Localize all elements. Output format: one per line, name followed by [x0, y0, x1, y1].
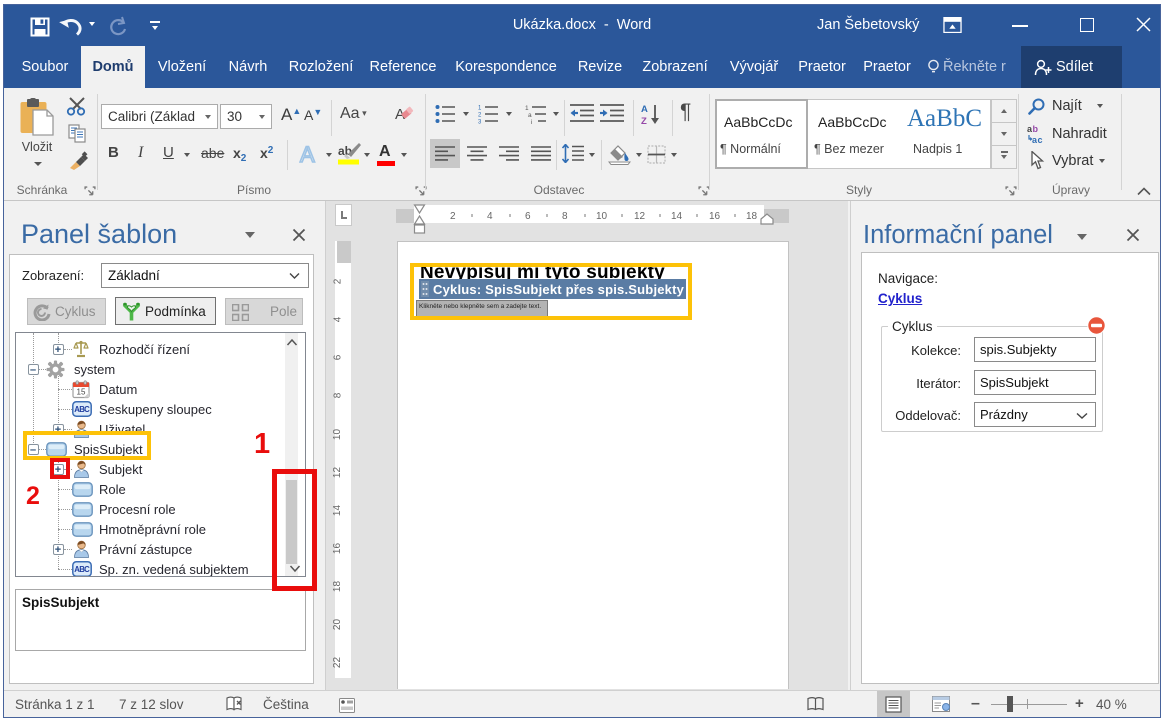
svg-text:1: 1 [525, 105, 529, 112]
svg-text:2: 2 [478, 113, 482, 119]
svg-text:3: 3 [478, 120, 482, 125]
svg-text:a: a [528, 112, 532, 119]
svg-text:15: 15 [77, 388, 86, 397]
svg-text:Z: Z [641, 116, 647, 125]
svg-text:ABC: ABC [74, 565, 90, 574]
svg-text:A: A [300, 142, 315, 166]
svg-text:b: b [1033, 124, 1039, 134]
svg-text:i: i [531, 119, 532, 124]
svg-text:1: 1 [478, 106, 482, 112]
svg-text:A: A [641, 104, 648, 115]
svg-text:ABC: ABC [74, 405, 90, 414]
svg-text:c: c [1038, 135, 1043, 144]
